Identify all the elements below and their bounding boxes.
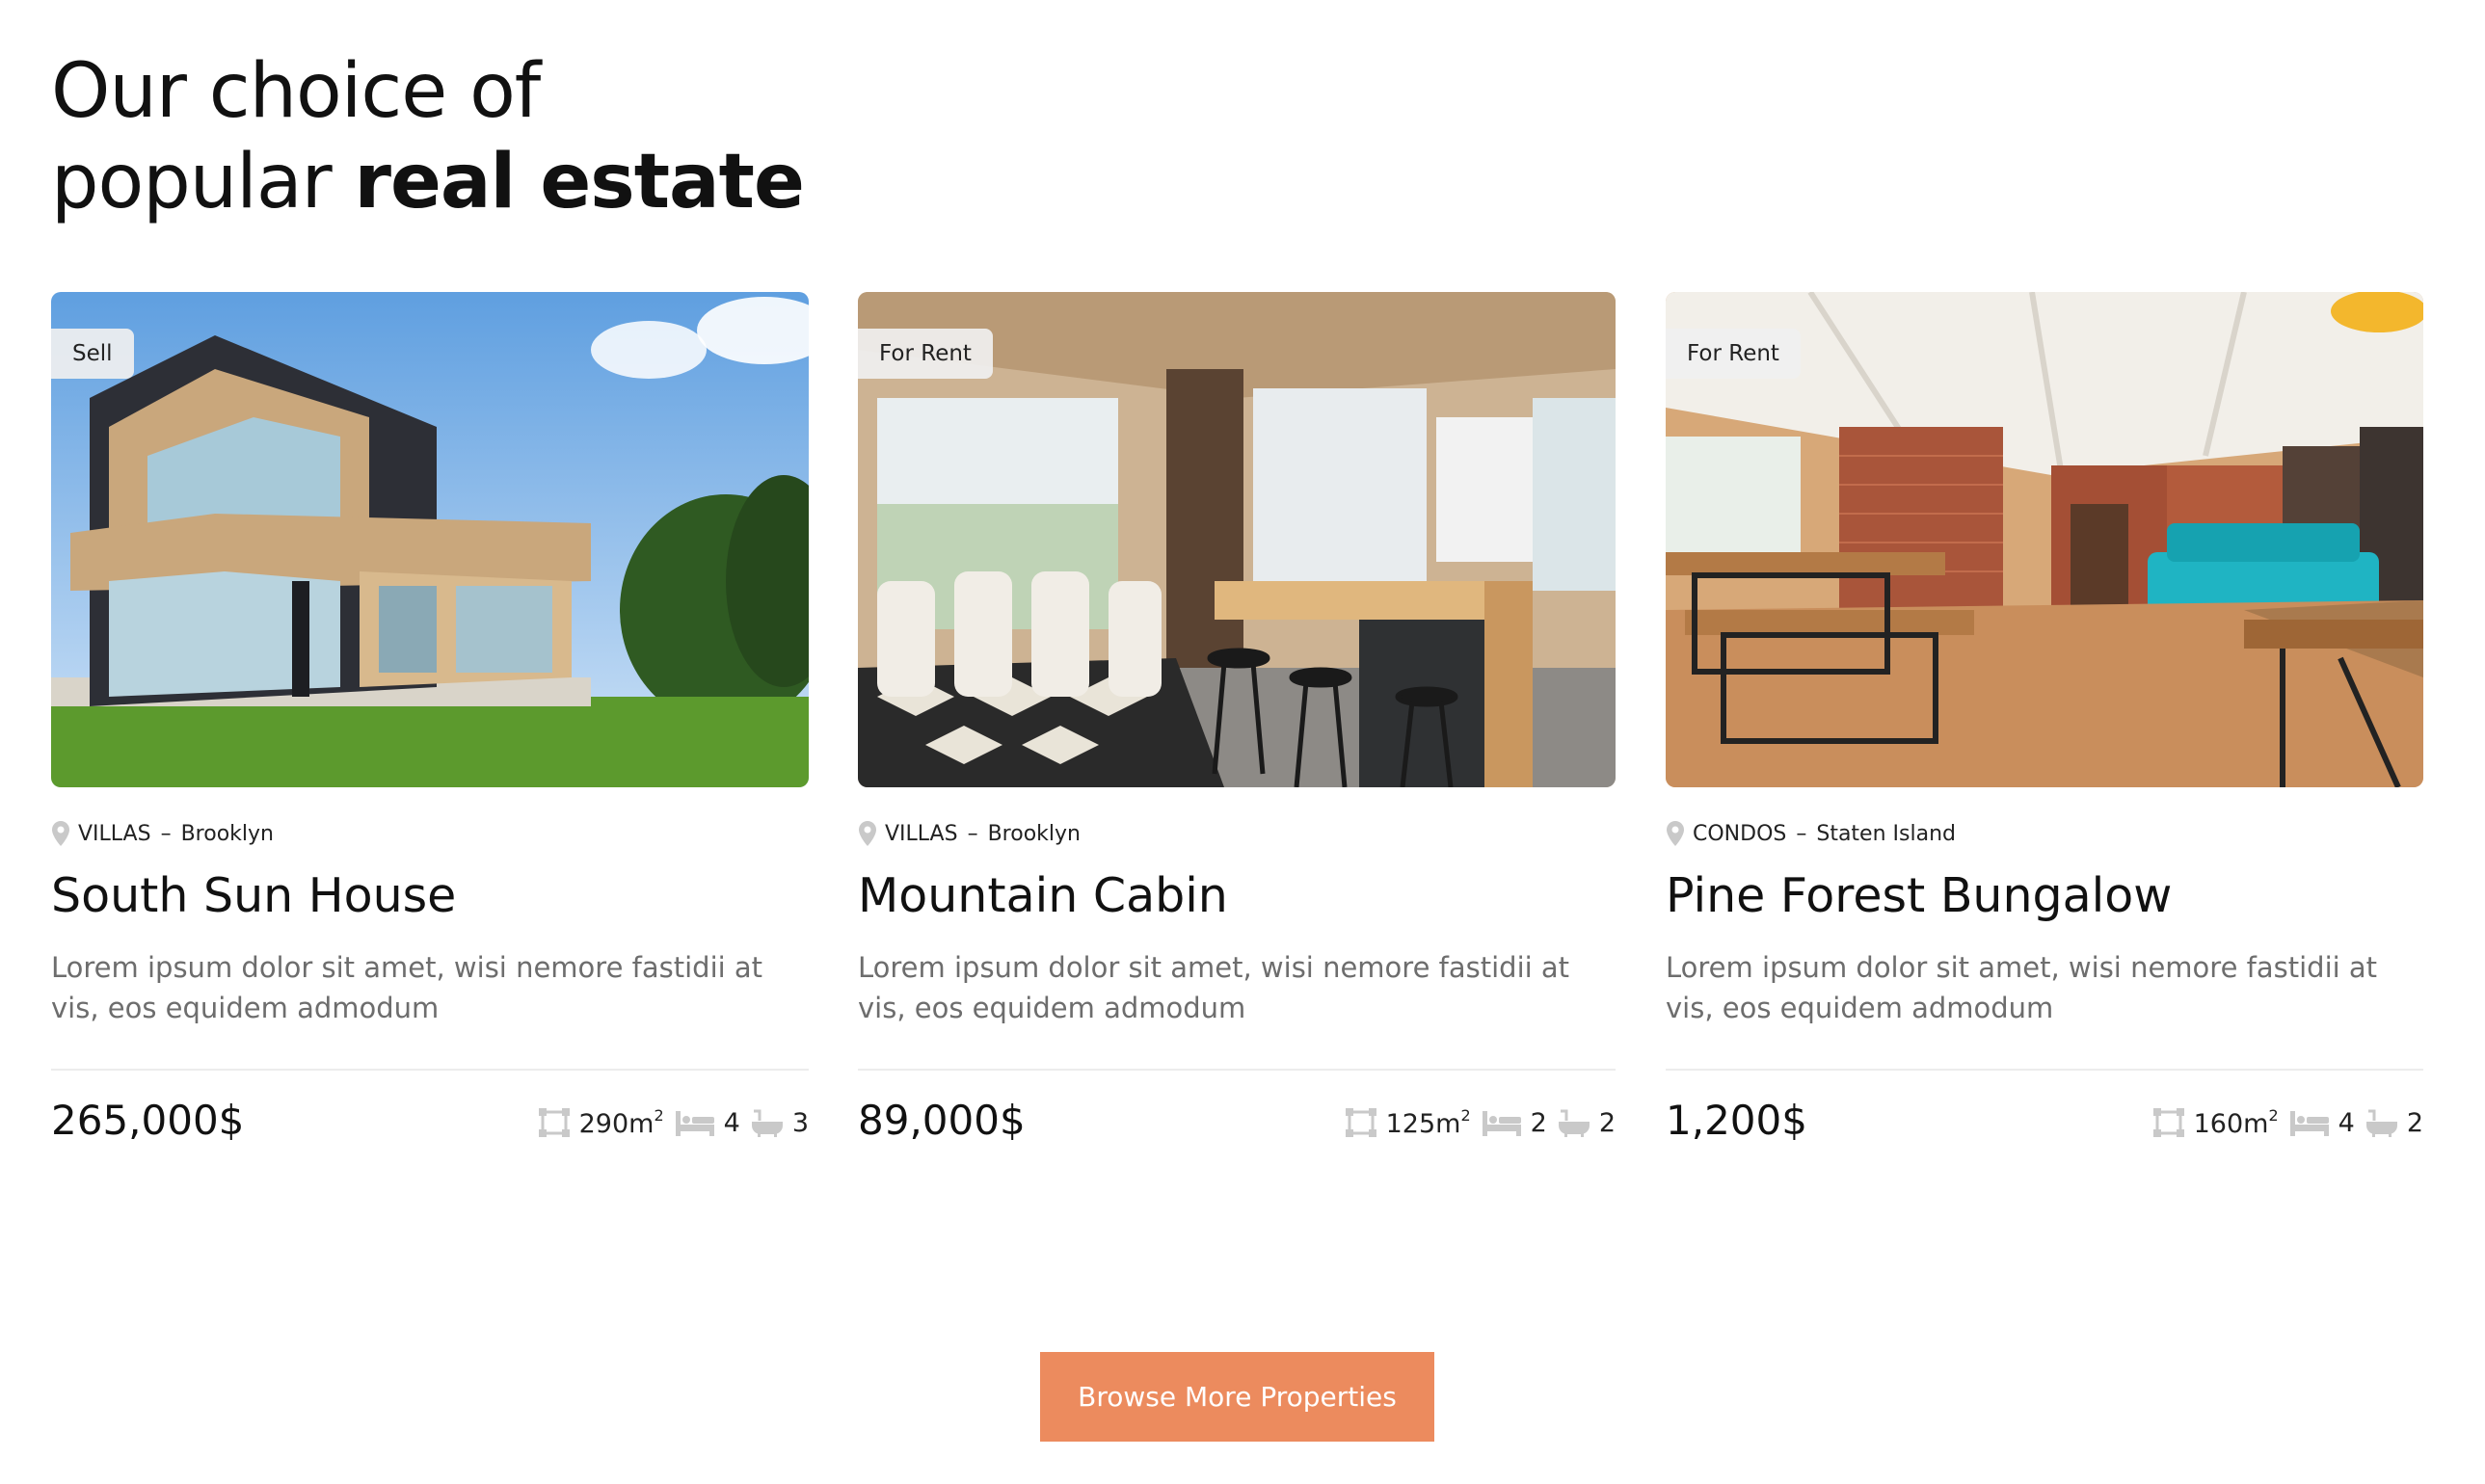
- bath-icon: [2365, 1109, 2397, 1137]
- area-unit-exponent: 2: [1460, 1106, 1471, 1125]
- location-pin-icon: [52, 821, 69, 846]
- property-card[interactable]: For Rent VILLAS – Brooklyn Mountain Cabi…: [858, 292, 1616, 1144]
- location-pin-icon: [859, 821, 876, 846]
- property-card[interactable]: Sell VILLAS – Brooklyn South Sun House L…: [51, 292, 809, 1144]
- area-value: 160m2: [2194, 1106, 2279, 1139]
- bedrooms-spec: 4: [2288, 1107, 2355, 1138]
- property-category[interactable]: VILLAS: [78, 822, 151, 846]
- area-spec: 290m2: [537, 1106, 664, 1139]
- property-city[interactable]: Brooklyn: [181, 822, 274, 846]
- property-description: Lorem ipsum dolor sit amet, wisi nemore …: [858, 951, 1570, 1024]
- heading-bold-text: real estate: [354, 139, 805, 225]
- bathrooms-spec: 2: [1557, 1107, 1616, 1138]
- area-spec: 125m2: [1344, 1106, 1471, 1139]
- property-category[interactable]: VILLAS: [885, 822, 958, 846]
- area-value: 290m2: [579, 1106, 664, 1139]
- property-description: Lorem ipsum dolor sit amet, wisi nemore …: [51, 951, 763, 1024]
- listing-type-badge: For Rent: [858, 329, 993, 379]
- bed-icon: [675, 1111, 714, 1136]
- area-unit-exponent: 2: [654, 1106, 664, 1125]
- property-specs: 160m2 4 2: [2151, 1103, 2423, 1142]
- bathrooms-spec: 3: [750, 1107, 809, 1138]
- bathrooms-count: 2: [2406, 1107, 2423, 1138]
- property-title[interactable]: South Sun House: [51, 865, 456, 927]
- bedrooms-spec: 2: [1481, 1107, 1547, 1138]
- location-separator: –: [160, 821, 172, 846]
- card-divider: [858, 1069, 1616, 1071]
- property-location: CONDOS – Staten Island: [1666, 818, 1956, 849]
- bath-icon: [1558, 1109, 1590, 1137]
- bathrooms-count: 3: [791, 1107, 809, 1138]
- modern-villa-image: [51, 292, 809, 787]
- card-divider: [51, 1069, 809, 1071]
- listing-type-badge: Sell: [51, 329, 134, 379]
- property-card[interactable]: For Rent CONDOS – Staten Island Pine For…: [1666, 292, 2423, 1144]
- property-city[interactable]: Staten Island: [1816, 822, 1956, 846]
- bedrooms-spec: 4: [674, 1107, 740, 1138]
- location-separator: –: [967, 821, 978, 846]
- location-separator: –: [1796, 821, 1807, 846]
- bathrooms-spec: 2: [2365, 1107, 2423, 1138]
- property-title[interactable]: Mountain Cabin: [858, 865, 1228, 927]
- property-price: 265,000$: [51, 1097, 245, 1144]
- property-specs: 125m2 2 2: [1344, 1103, 1616, 1142]
- heading-line-1: Our choice of: [51, 48, 541, 135]
- area-number: 160m: [2193, 1109, 2269, 1139]
- property-title[interactable]: Pine Forest Bungalow: [1666, 865, 2172, 927]
- heading-regular-text: popular: [51, 139, 355, 225]
- property-specs: 290m2 4 3: [537, 1103, 809, 1142]
- property-location: VILLAS – Brooklyn: [51, 818, 274, 849]
- area-unit-exponent: 2: [2268, 1106, 2279, 1125]
- listing-type-badge: For Rent: [1666, 329, 1801, 379]
- property-category[interactable]: CONDOS: [1693, 822, 1786, 846]
- property-photo[interactable]: For Rent: [1666, 292, 2423, 787]
- heading-line-2: popular real estate: [51, 137, 805, 227]
- page: Our choice of popular real estate Sell V…: [0, 0, 2485, 1484]
- area-icon: [1345, 1108, 1376, 1137]
- bed-icon: [2289, 1111, 2329, 1136]
- bedrooms-count: 2: [1530, 1107, 1547, 1138]
- section-heading: Our choice of popular real estate: [51, 46, 805, 227]
- card-divider: [1666, 1069, 2423, 1071]
- area-number: 125m: [1385, 1109, 1461, 1139]
- area-icon: [2152, 1108, 2184, 1137]
- area-spec: 160m2: [2151, 1106, 2279, 1139]
- property-photo[interactable]: For Rent: [858, 292, 1616, 787]
- area-number: 290m: [578, 1109, 655, 1139]
- bed-icon: [1482, 1111, 1521, 1136]
- browse-more-properties-button[interactable]: Browse More Properties: [1040, 1352, 1434, 1442]
- area-value: 125m2: [1386, 1106, 1471, 1139]
- property-city[interactable]: Brooklyn: [988, 822, 1081, 846]
- bath-icon: [751, 1109, 783, 1137]
- property-photo[interactable]: Sell: [51, 292, 809, 787]
- property-description: Lorem ipsum dolor sit amet, wisi nemore …: [1666, 951, 2378, 1024]
- bedrooms-count: 4: [2338, 1107, 2355, 1138]
- location-pin-icon: [1667, 821, 1684, 846]
- property-price: 89,000$: [858, 1097, 1026, 1144]
- bathrooms-count: 2: [1598, 1107, 1616, 1138]
- bedrooms-count: 4: [723, 1107, 740, 1138]
- property-price: 1,200$: [1666, 1097, 1807, 1144]
- property-location: VILLAS – Brooklyn: [858, 818, 1081, 849]
- area-icon: [538, 1108, 570, 1137]
